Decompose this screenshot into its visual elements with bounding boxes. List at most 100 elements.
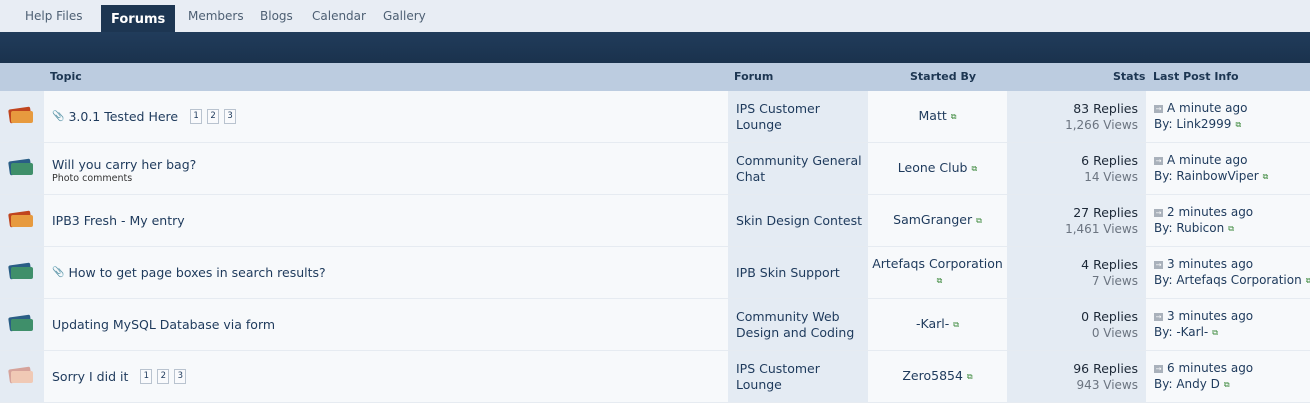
last-poster[interactable]: By: Andy D xyxy=(1154,377,1220,391)
topic-title-link[interactable]: IPB3 Fresh - My entry xyxy=(52,213,185,228)
last-poster[interactable]: By: Link2999 xyxy=(1154,117,1231,131)
reply-count: 27 Replies xyxy=(1073,204,1138,220)
user-card-icon[interactable]: ⧉ xyxy=(1235,117,1241,133)
last-poster[interactable]: By: Rubicon xyxy=(1154,221,1224,235)
reply-count: 83 Replies xyxy=(1073,100,1138,116)
started-by-cell: Artefaqs Corporation ⧉ xyxy=(868,247,1007,298)
forum-link[interactable]: Community Web Design and Coding xyxy=(736,299,864,350)
topic-table-header: Topic Forum Started By Stats Last Post I… xyxy=(0,63,1310,91)
topic-cell: Sorry I did it 1 2 3 xyxy=(44,351,728,402)
page-link[interactable]: 3 xyxy=(174,369,187,384)
topic-row: IPB3 Fresh - My entry Skin Design Contest… xyxy=(0,195,1310,247)
last-post-time[interactable]: 2 minutes ago xyxy=(1167,205,1253,219)
user-card-icon[interactable]: ⧉ xyxy=(1263,169,1269,185)
forum-cell: IPB Skin Support xyxy=(728,247,868,298)
view-count: 1,266 Views xyxy=(1065,117,1138,132)
goto-last-post-icon[interactable]: → xyxy=(1154,312,1163,321)
stats-column-header[interactable]: Stats xyxy=(1113,63,1145,91)
reply-count: 6 Replies xyxy=(1081,152,1138,168)
tab-forums[interactable]: Forums xyxy=(101,5,176,32)
topic-title-link[interactable]: 3.0.1 Tested Here xyxy=(68,109,178,124)
last-post-time[interactable]: 3 minutes ago xyxy=(1167,309,1253,323)
tab-members[interactable]: Members xyxy=(188,0,244,32)
starter-link[interactable]: SamGranger xyxy=(893,212,972,227)
user-card-icon[interactable]: ⧉ xyxy=(937,273,943,289)
topic-icon-cell xyxy=(0,143,44,194)
hot-topic-folder-icon xyxy=(8,210,33,229)
forum-link[interactable]: IPB Skin Support xyxy=(736,247,864,298)
topic-title-link[interactable]: How to get page boxes in search results? xyxy=(68,265,325,280)
page-link[interactable]: 3 xyxy=(224,109,237,124)
user-card-icon[interactable]: ⧉ xyxy=(1212,325,1218,341)
starter-link[interactable]: Leone Club xyxy=(898,160,968,175)
topic-cell: Will you carry her bag? Photo comments xyxy=(44,143,728,194)
stats-cell: 27 Replies 1,461 Views xyxy=(1007,195,1146,246)
page-link[interactable]: 1 xyxy=(140,369,153,384)
starter-link[interactable]: Artefaqs Corporation xyxy=(872,256,1003,271)
reply-count: 96 Replies xyxy=(1073,360,1138,376)
last-post-cell: → A minute ago By: Link2999 ⧉ xyxy=(1146,91,1310,142)
goto-last-post-icon[interactable]: → xyxy=(1154,364,1163,373)
topic-cell: IPB3 Fresh - My entry xyxy=(44,195,728,246)
last-poster[interactable]: By: -Karl- xyxy=(1154,325,1208,339)
reply-count: 0 Replies xyxy=(1081,308,1138,324)
goto-last-post-icon[interactable]: → xyxy=(1154,208,1163,217)
last-post-time[interactable]: 6 minutes ago xyxy=(1167,361,1253,375)
user-card-icon[interactable]: ⧉ xyxy=(951,109,957,125)
topic-cell: 📎 3.0.1 Tested Here 1 2 3 xyxy=(44,91,728,142)
forum-cell: Skin Design Contest xyxy=(728,195,868,246)
forum-link[interactable]: Skin Design Contest xyxy=(736,195,864,246)
topic-title-link[interactable]: Will you carry her bag? xyxy=(52,157,196,172)
started-by-column-header[interactable]: Started By xyxy=(910,63,976,91)
topic-pagination: 123 xyxy=(190,109,241,124)
forum-cell: IPS Customer Lounge xyxy=(728,351,868,402)
starter-link[interactable]: -Karl- xyxy=(916,316,949,331)
forum-cell: IPS Customer Lounge xyxy=(728,91,868,142)
tab-help-files[interactable]: Help Files xyxy=(25,0,83,32)
user-card-icon[interactable]: ⧉ xyxy=(1224,377,1230,393)
page-link[interactable]: 1 xyxy=(190,109,203,124)
view-count: 1,461 Views xyxy=(1065,221,1138,236)
last-poster[interactable]: By: RainbowViper xyxy=(1154,169,1259,183)
topic-column-header[interactable]: Topic xyxy=(50,63,82,91)
topic-icon-cell xyxy=(0,195,44,246)
started-by-cell: Matt ⧉ xyxy=(868,91,1007,142)
forum-cell: Community Web Design and Coding xyxy=(728,299,868,350)
topic-icon-cell xyxy=(0,247,44,298)
tab-gallery[interactable]: Gallery xyxy=(383,0,426,32)
tab-blogs[interactable]: Blogs xyxy=(260,0,293,32)
user-card-icon[interactable]: ⧉ xyxy=(1228,221,1234,237)
last-post-time[interactable]: 3 minutes ago xyxy=(1167,257,1253,271)
stats-cell: 4 Replies 7 Views xyxy=(1007,247,1146,298)
last-poster[interactable]: By: Artefaqs Corporation xyxy=(1154,273,1302,287)
started-by-cell: SamGranger ⧉ xyxy=(868,195,1007,246)
topic-title-link[interactable]: Sorry I did it xyxy=(52,369,128,384)
user-card-icon[interactable]: ⧉ xyxy=(972,161,978,177)
starter-link[interactable]: Zero5854 xyxy=(902,368,963,383)
forum-link[interactable]: IPS Customer Lounge xyxy=(736,351,864,402)
stats-cell: 0 Replies 0 Views xyxy=(1007,299,1146,350)
user-card-icon[interactable]: ⧉ xyxy=(1306,273,1310,289)
topic-row: Will you carry her bag? Photo comments Com… xyxy=(0,143,1310,195)
last-post-column-header[interactable]: Last Post Info xyxy=(1153,63,1239,91)
goto-last-post-icon[interactable]: → xyxy=(1154,104,1163,113)
secondary-nav-bar xyxy=(0,32,1310,63)
page-link[interactable]: 2 xyxy=(157,369,170,384)
read-hot-topic-folder-icon xyxy=(8,366,33,385)
last-post-time[interactable]: A minute ago xyxy=(1167,153,1247,167)
user-card-icon[interactable]: ⧉ xyxy=(953,317,959,333)
forum-link[interactable]: Community General Chat xyxy=(736,143,864,194)
forum-column-header[interactable]: Forum xyxy=(734,63,773,91)
forum-link[interactable]: IPS Customer Lounge xyxy=(736,91,864,142)
goto-last-post-icon[interactable]: → xyxy=(1154,260,1163,269)
user-card-icon[interactable]: ⧉ xyxy=(976,213,982,229)
user-card-icon[interactable]: ⧉ xyxy=(967,369,973,385)
starter-link[interactable]: Matt xyxy=(919,108,947,123)
page-link[interactable]: 2 xyxy=(207,109,220,124)
topic-list: 📎 3.0.1 Tested Here 1 2 3 IPS Customer Lounge… xyxy=(0,91,1310,403)
last-post-time[interactable]: A minute ago xyxy=(1167,101,1247,115)
tab-calendar[interactable]: Calendar xyxy=(312,0,366,32)
topic-title-link[interactable]: Updating MySQL Database via form xyxy=(52,317,275,332)
topic-pagination: 123 xyxy=(140,369,191,384)
goto-last-post-icon[interactable]: → xyxy=(1154,156,1163,165)
